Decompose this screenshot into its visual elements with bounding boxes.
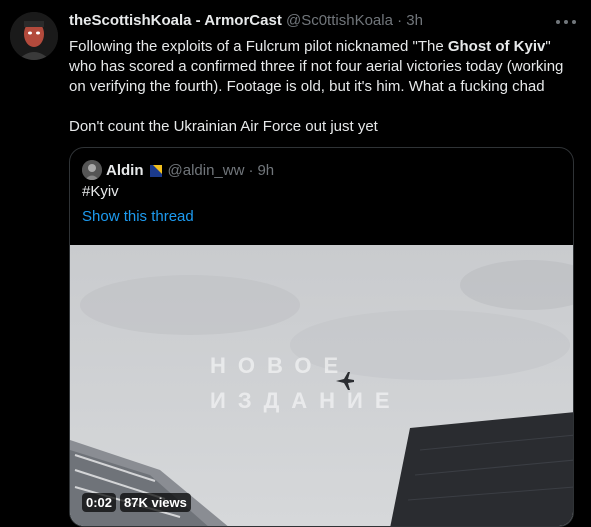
tweet-header: theScottishKoala - ArmorCast @Sc0ttishKo… (69, 12, 423, 29)
watermark-line-2: ИЗДАНИЕ (210, 388, 402, 413)
separator: · (397, 12, 403, 29)
timestamp[interactable]: 3h (406, 12, 423, 29)
display-name[interactable]: theScottishKoala - ArmorCast (69, 12, 282, 29)
quoted-timestamp[interactable]: 9h (257, 162, 274, 179)
video-timestamp: 0:02 (82, 493, 117, 512)
quoted-tweet[interactable]: Aldin @aldin_ww · 9h #Kyiv Show this thr… (69, 147, 574, 527)
text-bold: Ghost of Kyiv (447, 38, 546, 55)
quoted-separator: · (248, 161, 254, 179)
more-icon[interactable] (553, 14, 579, 30)
quoted-handle[interactable]: @aldin_ww (168, 162, 245, 179)
tweet-paragraph-2: Don't count the Ukrainian Air Force out … (69, 118, 378, 135)
fighter-jet-icon (336, 372, 354, 390)
text-pre: Following the exploits of a Fulcrum pilo… (69, 38, 448, 55)
handle[interactable]: @Sc0ttishKoala (286, 12, 393, 29)
quoted-text: #Kyiv (82, 183, 119, 200)
show-thread-link[interactable]: Show this thread (82, 208, 194, 225)
quoted-avatar[interactable] (82, 160, 102, 180)
quoted-header: Aldin @aldin_ww · 9h (82, 160, 274, 180)
video-frame (70, 245, 573, 526)
tweet-text: Following the exploits of a Fulcrum pilo… (69, 37, 574, 137)
video-player[interactable]: НОВОЕ ИЗДАНИЕ 0:02 87K views (70, 245, 573, 526)
flag-icon (149, 164, 162, 177)
avatar[interactable] (10, 12, 58, 60)
view-count: 87K views (120, 493, 191, 512)
tweet-paragraph-1: Following the exploits of a Fulcrum pilo… (69, 37, 574, 97)
quoted-display-name[interactable]: Aldin (106, 162, 144, 179)
watermark-line-1: НОВОЕ (210, 353, 351, 378)
